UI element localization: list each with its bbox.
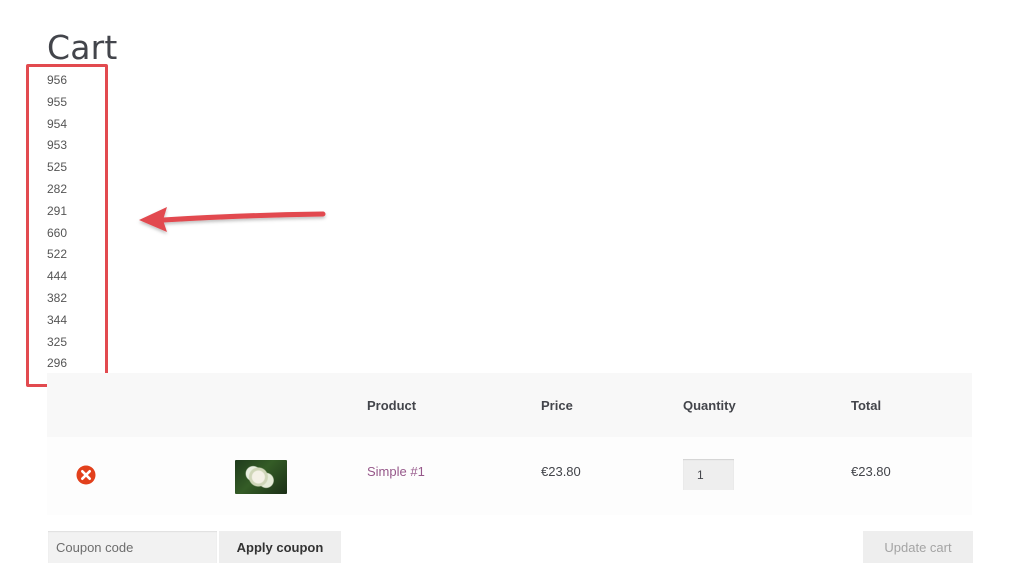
product-price: €23.80 — [541, 464, 581, 479]
annotation-highlight-box — [26, 64, 108, 387]
coupon-code-input[interactable] — [48, 531, 217, 563]
annotation-arrow-icon — [139, 207, 326, 232]
header-quantity: Quantity — [683, 398, 736, 413]
cart-table-header: Product Price Quantity Total — [47, 373, 972, 437]
product-thumbnail[interactable] — [235, 460, 287, 494]
header-total: Total — [851, 398, 882, 413]
update-cart-button[interactable]: Update cart — [863, 531, 973, 563]
table-row: Simple #1 €23.80 €23.80 — [47, 437, 972, 515]
remove-item-icon[interactable] — [76, 465, 96, 485]
product-subtotal: €23.80 — [851, 464, 891, 479]
apply-coupon-button[interactable]: Apply coupon — [219, 531, 341, 563]
header-price: Price — [541, 398, 573, 413]
product-name-link[interactable]: Simple #1 — [367, 464, 425, 479]
quantity-input[interactable] — [683, 459, 734, 490]
page-title: Cart — [47, 28, 118, 68]
header-product: Product — [367, 398, 417, 413]
